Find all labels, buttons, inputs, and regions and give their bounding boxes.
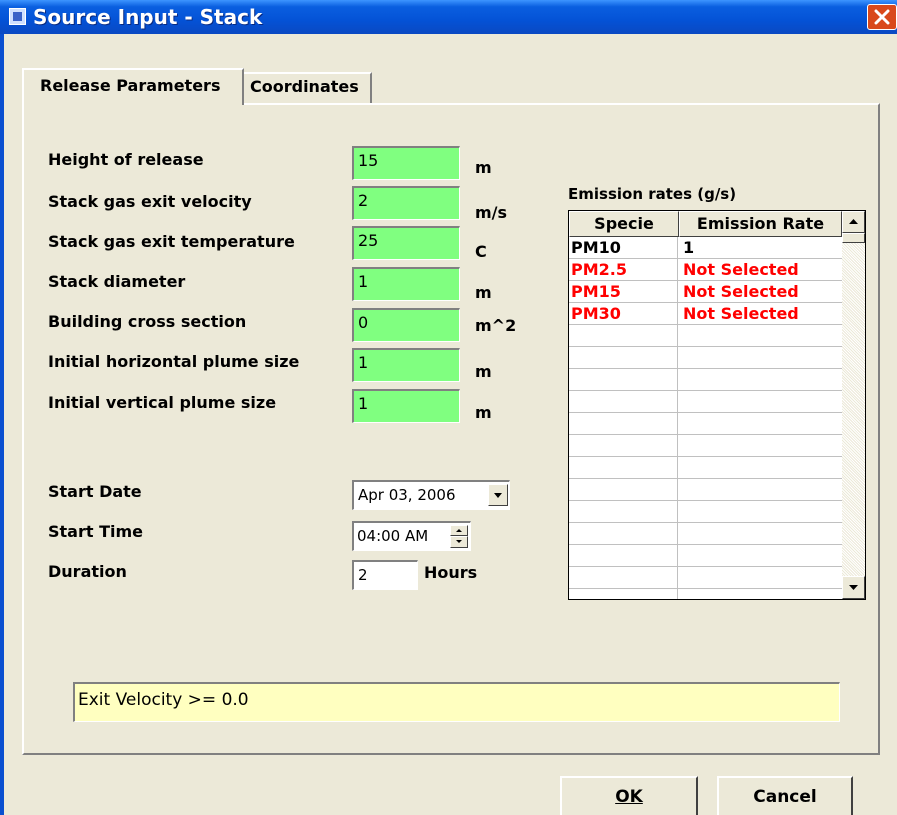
column-header-specie[interactable]: Specie xyxy=(569,211,679,237)
arrow-up-icon xyxy=(849,219,858,224)
exit-temperature-input[interactable]: 25 xyxy=(352,226,460,260)
rate-cell: Not Selected xyxy=(683,260,799,279)
stack-diameter-unit: m xyxy=(475,283,492,302)
tab-release-parameters[interactable]: Release Parameters xyxy=(22,68,244,105)
table-row[interactable]: PM2.5 Not Selected xyxy=(569,259,842,281)
exit-temperature-unit: C xyxy=(475,242,487,261)
dialog-window: Source Input - Stack Release Parameters … xyxy=(0,0,897,815)
empty-row xyxy=(569,501,842,523)
scroll-up-button[interactable] xyxy=(842,211,865,233)
table-row[interactable]: PM30 Not Selected xyxy=(569,303,842,325)
building-cross-section-label: Building cross section xyxy=(48,312,247,331)
rate-cell: 1 xyxy=(683,238,695,257)
empty-row xyxy=(569,369,842,391)
exit-velocity-input[interactable]: 2 xyxy=(352,186,460,220)
ok-button[interactable]: OK xyxy=(560,776,698,815)
empty-row xyxy=(569,545,842,567)
window-border xyxy=(0,34,4,815)
building-cross-section-unit: m^2 xyxy=(475,316,517,335)
scroll-thumb[interactable] xyxy=(842,233,865,243)
emission-rates-title: Emission rates (g/s) xyxy=(568,185,737,203)
building-cross-section-input[interactable]: 0 xyxy=(352,308,460,342)
column-header-emission-rate[interactable]: Emission Rate xyxy=(679,211,842,237)
exit-temperature-label: Stack gas exit temperature xyxy=(48,232,295,251)
empty-row xyxy=(569,523,842,545)
duration-unit: Hours xyxy=(424,563,478,582)
height-of-release-label: Height of release xyxy=(48,150,204,169)
app-icon xyxy=(9,8,26,25)
rate-cell: Not Selected xyxy=(683,282,799,301)
rate-cell: Not Selected xyxy=(683,304,799,323)
specie-cell: PM15 xyxy=(569,281,678,302)
table-header: Specie Emission Rate xyxy=(569,211,842,237)
time-up-button[interactable] xyxy=(450,525,468,536)
start-time-spinner[interactable]: 04:00 AM xyxy=(352,521,471,551)
window-title: Source Input - Stack xyxy=(33,5,263,29)
exit-velocity-unit: m/s xyxy=(475,203,508,222)
empty-row xyxy=(569,589,842,599)
close-icon xyxy=(874,9,890,25)
stack-diameter-input[interactable]: 1 xyxy=(352,267,460,301)
exit-velocity-label: Stack gas exit velocity xyxy=(48,192,252,211)
tab-coordinates[interactable]: Coordinates xyxy=(243,72,372,103)
horizontal-plume-input[interactable]: 1 xyxy=(352,348,460,382)
specie-cell: PM2.5 xyxy=(569,259,678,280)
height-unit: m xyxy=(475,158,492,177)
status-message: Exit Velocity >= 0.0 xyxy=(73,682,840,722)
title-bar[interactable]: Source Input - Stack xyxy=(0,0,897,34)
vertical-scrollbar[interactable] xyxy=(842,211,865,599)
empty-row xyxy=(569,567,842,589)
horizontal-plume-label: Initial horizontal plume size xyxy=(48,352,300,371)
empty-row xyxy=(569,479,842,501)
empty-row xyxy=(569,413,842,435)
empty-row xyxy=(569,391,842,413)
start-date-picker[interactable]: Apr 03, 2006 xyxy=(352,480,510,510)
horizontal-plume-unit: m xyxy=(475,362,492,381)
duration-input[interactable]: 2 xyxy=(352,560,418,590)
duration-label: Duration xyxy=(48,562,127,581)
empty-row xyxy=(569,457,842,479)
scroll-down-button[interactable] xyxy=(842,576,865,599)
table-row[interactable]: PM10 1 xyxy=(569,237,842,259)
specie-cell: PM10 xyxy=(569,237,678,258)
start-date-label: Start Date xyxy=(48,482,142,501)
arrow-down-icon xyxy=(849,585,858,590)
cancel-button-label: Cancel xyxy=(753,787,817,807)
date-dropdown-button[interactable] xyxy=(488,484,508,506)
empty-row xyxy=(569,325,842,347)
empty-row xyxy=(569,435,842,457)
table-row[interactable]: PM15 Not Selected xyxy=(569,281,842,303)
arrow-down-icon xyxy=(456,540,462,543)
chevron-down-icon xyxy=(494,493,502,498)
time-down-button[interactable] xyxy=(450,536,468,548)
cancel-button[interactable]: Cancel xyxy=(717,776,853,815)
close-button[interactable] xyxy=(867,4,897,30)
ok-button-label: OK xyxy=(615,787,643,807)
empty-row xyxy=(569,347,842,369)
start-date-value: Apr 03, 2006 xyxy=(358,486,456,504)
start-time-value: 04:00 AM xyxy=(357,527,429,545)
stack-diameter-label: Stack diameter xyxy=(48,272,186,291)
vertical-plume-input[interactable]: 1 xyxy=(352,389,460,423)
start-time-label: Start Time xyxy=(48,522,143,541)
vertical-plume-unit: m xyxy=(475,403,492,422)
arrow-up-icon xyxy=(456,529,462,532)
emission-rates-table[interactable]: Specie Emission Rate PM10 1 PM2.5 Not Se… xyxy=(568,210,866,600)
specie-cell: PM30 xyxy=(569,303,678,324)
height-of-release-input[interactable]: 15 xyxy=(352,146,460,180)
vertical-plume-label: Initial vertical plume size xyxy=(48,393,277,412)
